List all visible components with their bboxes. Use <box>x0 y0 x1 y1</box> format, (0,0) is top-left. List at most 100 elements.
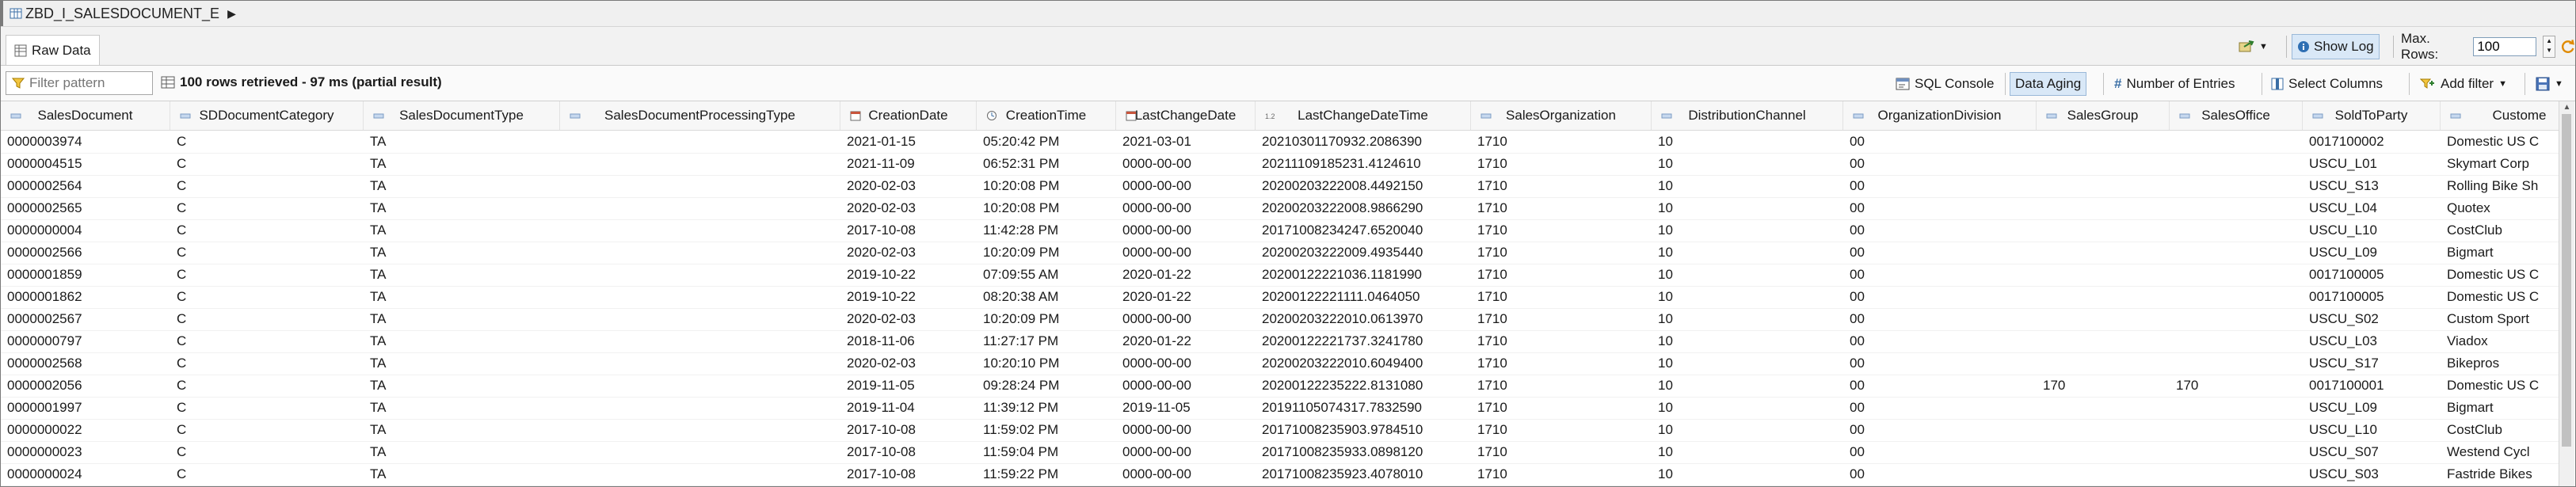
table-row[interactable]: 0000001862 C TA 2019-10-22 08:20:38 AM 2020-0… <box>1 286 2559 309</box>
table-row[interactable]: 0000003974 C TA 2021-01-15 05:20:42 PM 2021-0… <box>1 131 2559 154</box>
chevron-down-icon[interactable]: ▼ <box>2555 79 2563 89</box>
column-header[interactable]: SalesOrganization <box>1471 101 1652 130</box>
column-header[interactable]: SoldToParty <box>2303 101 2441 130</box>
table-cell: 10 <box>1658 156 1673 171</box>
refresh-icon[interactable] <box>2560 39 2575 55</box>
table-cell: 08:20:38 AM <box>983 289 1059 304</box>
tab-strip: Raw Data ▼ Show Log Max. Rows: 100 ▲ ▼ <box>1 27 2575 66</box>
table-cell: USCU_L04 <box>2309 200 2377 215</box>
tab-raw-data[interactable]: Raw Data <box>6 35 100 65</box>
table-cell: 20200122221111.0464050 <box>1262 289 1420 304</box>
column-header[interactable]: SDDocumentCategory <box>170 101 364 130</box>
table-cell: C <box>177 200 187 215</box>
add-filter-button[interactable]: Add filter ▼ <box>2415 72 2512 96</box>
column-header[interactable]: 1.2 LastChangeDateTime <box>1256 101 1471 130</box>
table-cell <box>560 375 840 397</box>
table-cell: 0000-00-00 <box>1122 356 1191 371</box>
breadcrumb-arrow-icon[interactable]: ▶ <box>227 7 236 21</box>
table-cell <box>2037 175 2170 197</box>
table-row[interactable]: 0000000004 C TA 2017-10-08 11:42:28 PM 0000-0… <box>1 219 2559 242</box>
table-cell <box>560 397 840 419</box>
table-cell: 0000001862 <box>7 289 82 304</box>
sql-console-button[interactable]: SQL Console <box>1891 72 1999 96</box>
vertical-scrollbar[interactable]: ▲ <box>2559 101 2574 486</box>
table-cell: 20200122221036.1181990 <box>1262 267 1423 282</box>
column-header[interactable]: SalesDocumentType <box>364 101 560 130</box>
data-grid: SalesDocument SDDocumentCategory SalesDocu… <box>1 101 2559 486</box>
table-cell <box>560 175 840 197</box>
table-row[interactable]: 0000002568 C TA 2020-02-03 10:20:10 PM 0000-0… <box>1 352 2559 375</box>
filter-box[interactable] <box>6 71 153 95</box>
column-header[interactable]: SalesOffice <box>2170 101 2303 130</box>
max-rows-input[interactable] <box>2473 37 2537 56</box>
table-cell: 0000-00-00 <box>1122 444 1191 459</box>
column-header[interactable]: OrganizationDivision <box>1843 101 2037 130</box>
scroll-up-icon[interactable]: ▲ <box>2559 101 2574 114</box>
table-cell: 00 <box>1850 422 1865 437</box>
date-column-icon <box>850 111 861 121</box>
column-header[interactable]: Custome <box>2441 101 2559 130</box>
number-of-entries-button[interactable]: # Number of Entries <box>2109 72 2239 96</box>
column-header[interactable]: CreationTime <box>977 101 1116 130</box>
breadcrumb-label[interactable]: ZBD_I_SALESDOCUMENT_E <box>25 6 219 22</box>
data-aging-button[interactable]: Data Aging <box>2010 72 2087 96</box>
export-button[interactable]: ▼ <box>2233 35 2273 59</box>
columns-icon <box>2271 78 2284 90</box>
max-rows-spinner[interactable]: ▲ ▼ <box>2543 36 2555 58</box>
table-cell: 0017100005 <box>2309 289 2384 304</box>
table-cell: 1710 <box>1477 400 1507 415</box>
table-cell: 1710 <box>1477 267 1507 282</box>
show-log-button[interactable]: Show Log <box>2292 34 2380 59</box>
table-row[interactable]: 0000002567 C TA 2020-02-03 10:20:09 PM 0000-0… <box>1 308 2559 331</box>
column-header[interactable]: SalesDocumentProcessingType <box>560 101 840 130</box>
table-cell: 2020-02-03 <box>847 245 916 260</box>
table-cell <box>2170 397 2303 419</box>
table-row[interactable]: 0000002056 C TA 2019-11-05 09:28:24 PM 0000-0… <box>1 375 2559 398</box>
show-log-control[interactable]: Show Log <box>2292 34 2380 59</box>
table-cell: 10 <box>1658 422 1673 437</box>
table-cell <box>560 219 840 242</box>
table-cell: TA <box>370 356 387 371</box>
chevron-down-icon[interactable]: ▼ <box>2259 42 2268 51</box>
chevron-down-icon[interactable]: ▼ <box>2498 79 2507 89</box>
table-cell: Domestic US C <box>2447 267 2540 282</box>
table-row[interactable]: 0000000022 C TA 2017-10-08 11:59:02 PM 0000-0… <box>1 419 2559 442</box>
filter-input[interactable] <box>29 75 140 91</box>
table-row[interactable]: 0000001859 C TA 2019-10-22 07:09:55 AM 2020-0… <box>1 264 2559 287</box>
table-cell: 0000-00-00 <box>1122 466 1191 481</box>
table-cell: Skymart Corp <box>2447 156 2529 171</box>
column-header[interactable]: SalesDocument <box>1 101 170 130</box>
table-row[interactable]: 0000000024 C TA 2017-10-08 11:59:22 PM 0000-0… <box>1 463 2559 486</box>
export-control[interactable]: ▼ <box>2233 35 2273 59</box>
table-cell: 2020-02-03 <box>847 311 916 326</box>
table-cell: 11:42:28 PM <box>983 223 1059 238</box>
column-header[interactable]: LastChangeDate <box>1116 101 1256 130</box>
column-header[interactable]: SalesGroup <box>2037 101 2170 130</box>
table-row[interactable]: 0000000023 C TA 2017-10-08 11:59:04 PM 0000-0… <box>1 441 2559 464</box>
max-rows-label: Max. Rows: <box>2401 31 2439 62</box>
select-columns-button[interactable]: Select Columns <box>2266 72 2387 96</box>
table-cell <box>2170 219 2303 242</box>
table-row[interactable]: 0000004515 C TA 2021-11-09 06:52:31 PM 0000-0… <box>1 153 2559 176</box>
result-info: 100 rows retrieved - 97 ms (partial resu… <box>161 74 442 90</box>
table-cell: Quotex <box>2447 200 2490 215</box>
table-cell: C <box>177 311 187 326</box>
table-row[interactable]: 0000002565 C TA 2020-02-03 10:20:08 PM 0000-0… <box>1 197 2559 220</box>
column-header[interactable]: DistributionChannel <box>1652 101 1843 130</box>
save-menu-button[interactable]: ▼ <box>2531 72 2568 96</box>
table-row[interactable]: 0000001997 C TA 2019-11-04 11:39:12 PM 2019-1… <box>1 397 2559 420</box>
column-header[interactable]: CreationDate <box>840 101 977 130</box>
number-of-entries-label: Number of Entries <box>2126 76 2235 91</box>
text-column-icon <box>2312 113 2323 119</box>
table-cell <box>2037 352 2170 375</box>
table-row[interactable]: 0000000797 C TA 2018-11-06 11:27:17 PM 2020-0… <box>1 330 2559 353</box>
scrollbar-thumb[interactable] <box>2562 114 2571 447</box>
table-cell: USCU_L09 <box>2309 245 2377 260</box>
separator <box>2103 73 2104 95</box>
table-row[interactable]: 0000002566 C TA 2020-02-03 10:20:09 PM 0000-0… <box>1 242 2559 264</box>
table-row[interactable]: 0000002564 C TA 2020-02-03 10:20:08 PM 0000-0… <box>1 175 2559 198</box>
table-cell <box>560 308 840 330</box>
table-cell: 1710 <box>1477 156 1507 171</box>
table-cell: 0000002567 <box>7 311 82 326</box>
table-cell: 20210301170932.2086390 <box>1262 134 1423 149</box>
